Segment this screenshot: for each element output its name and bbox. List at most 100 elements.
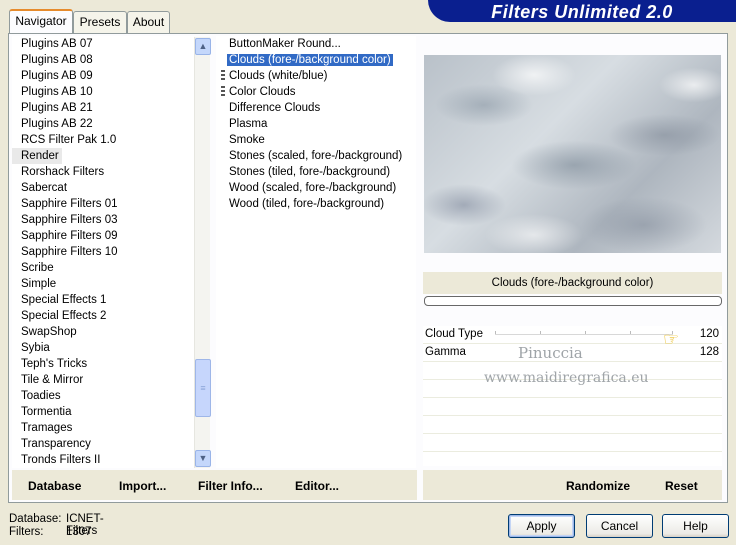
- reset-button[interactable]: Reset: [665, 479, 698, 493]
- category-label: Sapphire Filters 01: [21, 198, 118, 210]
- category-list-item[interactable]: Render: [12, 148, 194, 164]
- filter-list-item[interactable]: Clouds (white/blue): [216, 68, 416, 84]
- category-label: Render: [12, 148, 62, 164]
- category-label: Sapphire Filters 09: [21, 230, 118, 242]
- category-list-item[interactable]: Sabercat: [12, 180, 194, 196]
- category-list-item[interactable]: Tronds Filters II: [12, 452, 194, 468]
- param-row-cloud-type[interactable]: Cloud Type ☞ 120: [423, 326, 722, 348]
- category-list-item[interactable]: Plugins AB 10: [12, 84, 194, 100]
- category-list-item[interactable]: Sapphire Filters 10: [12, 244, 194, 260]
- selected-filter-name: Clouds (fore-/background color): [423, 272, 722, 294]
- category-list[interactable]: Plugins AB 07 Plugins AB 08 Plugins AB 09 P…: [12, 36, 194, 468]
- category-label: Tormentia: [21, 406, 72, 418]
- tab-navigator[interactable]: Navigator: [9, 9, 73, 33]
- category-label: Sabercat: [21, 182, 68, 194]
- category-list-item[interactable]: Tormentia: [12, 404, 194, 420]
- category-label: Sybia: [21, 342, 50, 354]
- randomize-button[interactable]: Randomize: [566, 479, 630, 493]
- param-row-empty: [423, 416, 722, 434]
- filter-list-item[interactable]: Wood (scaled, fore-/background): [216, 180, 416, 196]
- category-label: Sapphire Filters 10: [21, 246, 118, 258]
- status-database-label: Database:: [9, 513, 62, 525]
- param-row-empty: [423, 434, 722, 452]
- scroll-thumb[interactable]: ≡: [195, 359, 211, 417]
- category-label: Scribe: [21, 262, 54, 274]
- watermark-url: www.maidiregrafica.eu: [484, 370, 649, 386]
- category-list-item[interactable]: Sybia: [12, 340, 194, 356]
- filter-list-item[interactable]: Wood (tiled, fore-/background): [216, 196, 416, 212]
- tab-about[interactable]: About: [127, 11, 170, 33]
- filter-label: Difference Clouds: [229, 102, 321, 114]
- help-button[interactable]: Help: [662, 514, 729, 538]
- category-list-item[interactable]: Plugins AB 08: [12, 52, 194, 68]
- cancel-button[interactable]: Cancel: [586, 514, 653, 538]
- filter-list-item[interactable]: Color Clouds: [216, 84, 416, 100]
- category-list-item[interactable]: Plugins AB 22: [12, 116, 194, 132]
- category-list-item[interactable]: RCS Filter Pak 1.0: [12, 132, 194, 148]
- category-list-item[interactable]: Sapphire Filters 03: [12, 212, 194, 228]
- filter-list-item[interactable]: ButtonMaker Round...: [216, 36, 416, 52]
- category-list-item[interactable]: SwapShop: [12, 324, 194, 340]
- category-list-item[interactable]: Plugins AB 09: [12, 68, 194, 84]
- category-list-item[interactable]: Rorshack Filters: [12, 164, 194, 180]
- scroll-down-button[interactable]: ▼: [195, 450, 211, 467]
- category-list-item[interactable]: Special Effects 1: [12, 292, 194, 308]
- progress-bar: [424, 296, 722, 306]
- status-database: Database: ICNET-Filters: [9, 513, 104, 537]
- filter-list-item[interactable]: Smoke: [216, 132, 416, 148]
- editor-button[interactable]: Editor...: [295, 479, 339, 493]
- status-filters-value: 1307: [66, 526, 92, 538]
- category-list-item[interactable]: Scribe: [12, 260, 194, 276]
- filter-list-item[interactable]: Plasma: [216, 116, 416, 132]
- category-list-item[interactable]: Sapphire Filters 01: [12, 196, 194, 212]
- grip-icon: [221, 86, 225, 98]
- apply-button[interactable]: Apply: [508, 514, 575, 538]
- category-list-item[interactable]: Tile & Mirror: [12, 372, 194, 388]
- filter-label: Stones (scaled, fore-/background): [229, 150, 403, 162]
- filter-label: Clouds (white/blue): [229, 70, 328, 82]
- category-label: Simple: [21, 278, 57, 290]
- filter-label: Wood (scaled, fore-/background): [229, 182, 397, 194]
- category-list-item[interactable]: Simple: [12, 276, 194, 292]
- filter-label: Clouds (fore-/background color): [227, 54, 393, 66]
- filter-label: Color Clouds: [229, 86, 296, 98]
- category-label: Plugins AB 21: [21, 102, 93, 114]
- database-button[interactable]: Database: [28, 479, 81, 493]
- category-label: Teph's Tricks: [21, 358, 88, 370]
- filter-list-item[interactable]: Difference Clouds: [216, 100, 416, 116]
- category-list-item[interactable]: Teph's Tricks: [12, 356, 194, 372]
- category-label: RCS Filter Pak 1.0: [21, 134, 117, 146]
- category-list-item[interactable]: Sapphire Filters 09: [12, 228, 194, 244]
- category-label: Tramages: [21, 422, 73, 434]
- category-list-item[interactable]: Plugins AB 07: [12, 36, 194, 52]
- category-label: Sapphire Filters 03: [21, 214, 118, 226]
- category-list-item[interactable]: Transparency: [12, 436, 194, 452]
- cloud-type-slider[interactable]: [495, 331, 673, 335]
- filter-label: Stones (tiled, fore-/background): [229, 166, 391, 178]
- param-value: 128: [699, 346, 719, 358]
- filter-list[interactable]: ButtonMaker Round... Clouds (fore-/backgr…: [216, 36, 416, 468]
- scroll-up-button[interactable]: ▲: [195, 38, 211, 55]
- category-label: Rorshack Filters: [21, 166, 105, 178]
- category-label: Special Effects 2: [21, 310, 107, 322]
- filter-list-item[interactable]: Clouds (fore-/background color): [216, 52, 416, 68]
- category-list-item[interactable]: Tramages: [12, 420, 194, 436]
- category-label: Plugins AB 10: [21, 86, 93, 98]
- status-filters: Filters: 1307: [9, 526, 92, 538]
- filter-list-item[interactable]: Stones (tiled, fore-/background): [216, 164, 416, 180]
- filter-info-button[interactable]: Filter Info...: [198, 479, 263, 493]
- param-row-empty: [423, 398, 722, 416]
- category-list-item[interactable]: Special Effects 2: [12, 308, 194, 324]
- category-label: SwapShop: [21, 326, 77, 338]
- filter-label: Wood (tiled, fore-/background): [229, 198, 385, 210]
- filter-list-item[interactable]: Stones (scaled, fore-/background): [216, 148, 416, 164]
- category-scrollbar[interactable]: ▲ ≡ ▼: [194, 37, 211, 468]
- category-label: Tile & Mirror: [21, 374, 84, 386]
- category-label: Toadies: [21, 390, 61, 402]
- param-value: 120: [699, 328, 719, 340]
- category-list-item[interactable]: Toadies: [12, 388, 194, 404]
- category-list-item[interactable]: Plugins AB 21: [12, 100, 194, 116]
- tab-presets[interactable]: Presets: [73, 11, 127, 33]
- watermark-name: Pinuccia: [518, 344, 583, 362]
- import-button[interactable]: Import...: [119, 479, 166, 493]
